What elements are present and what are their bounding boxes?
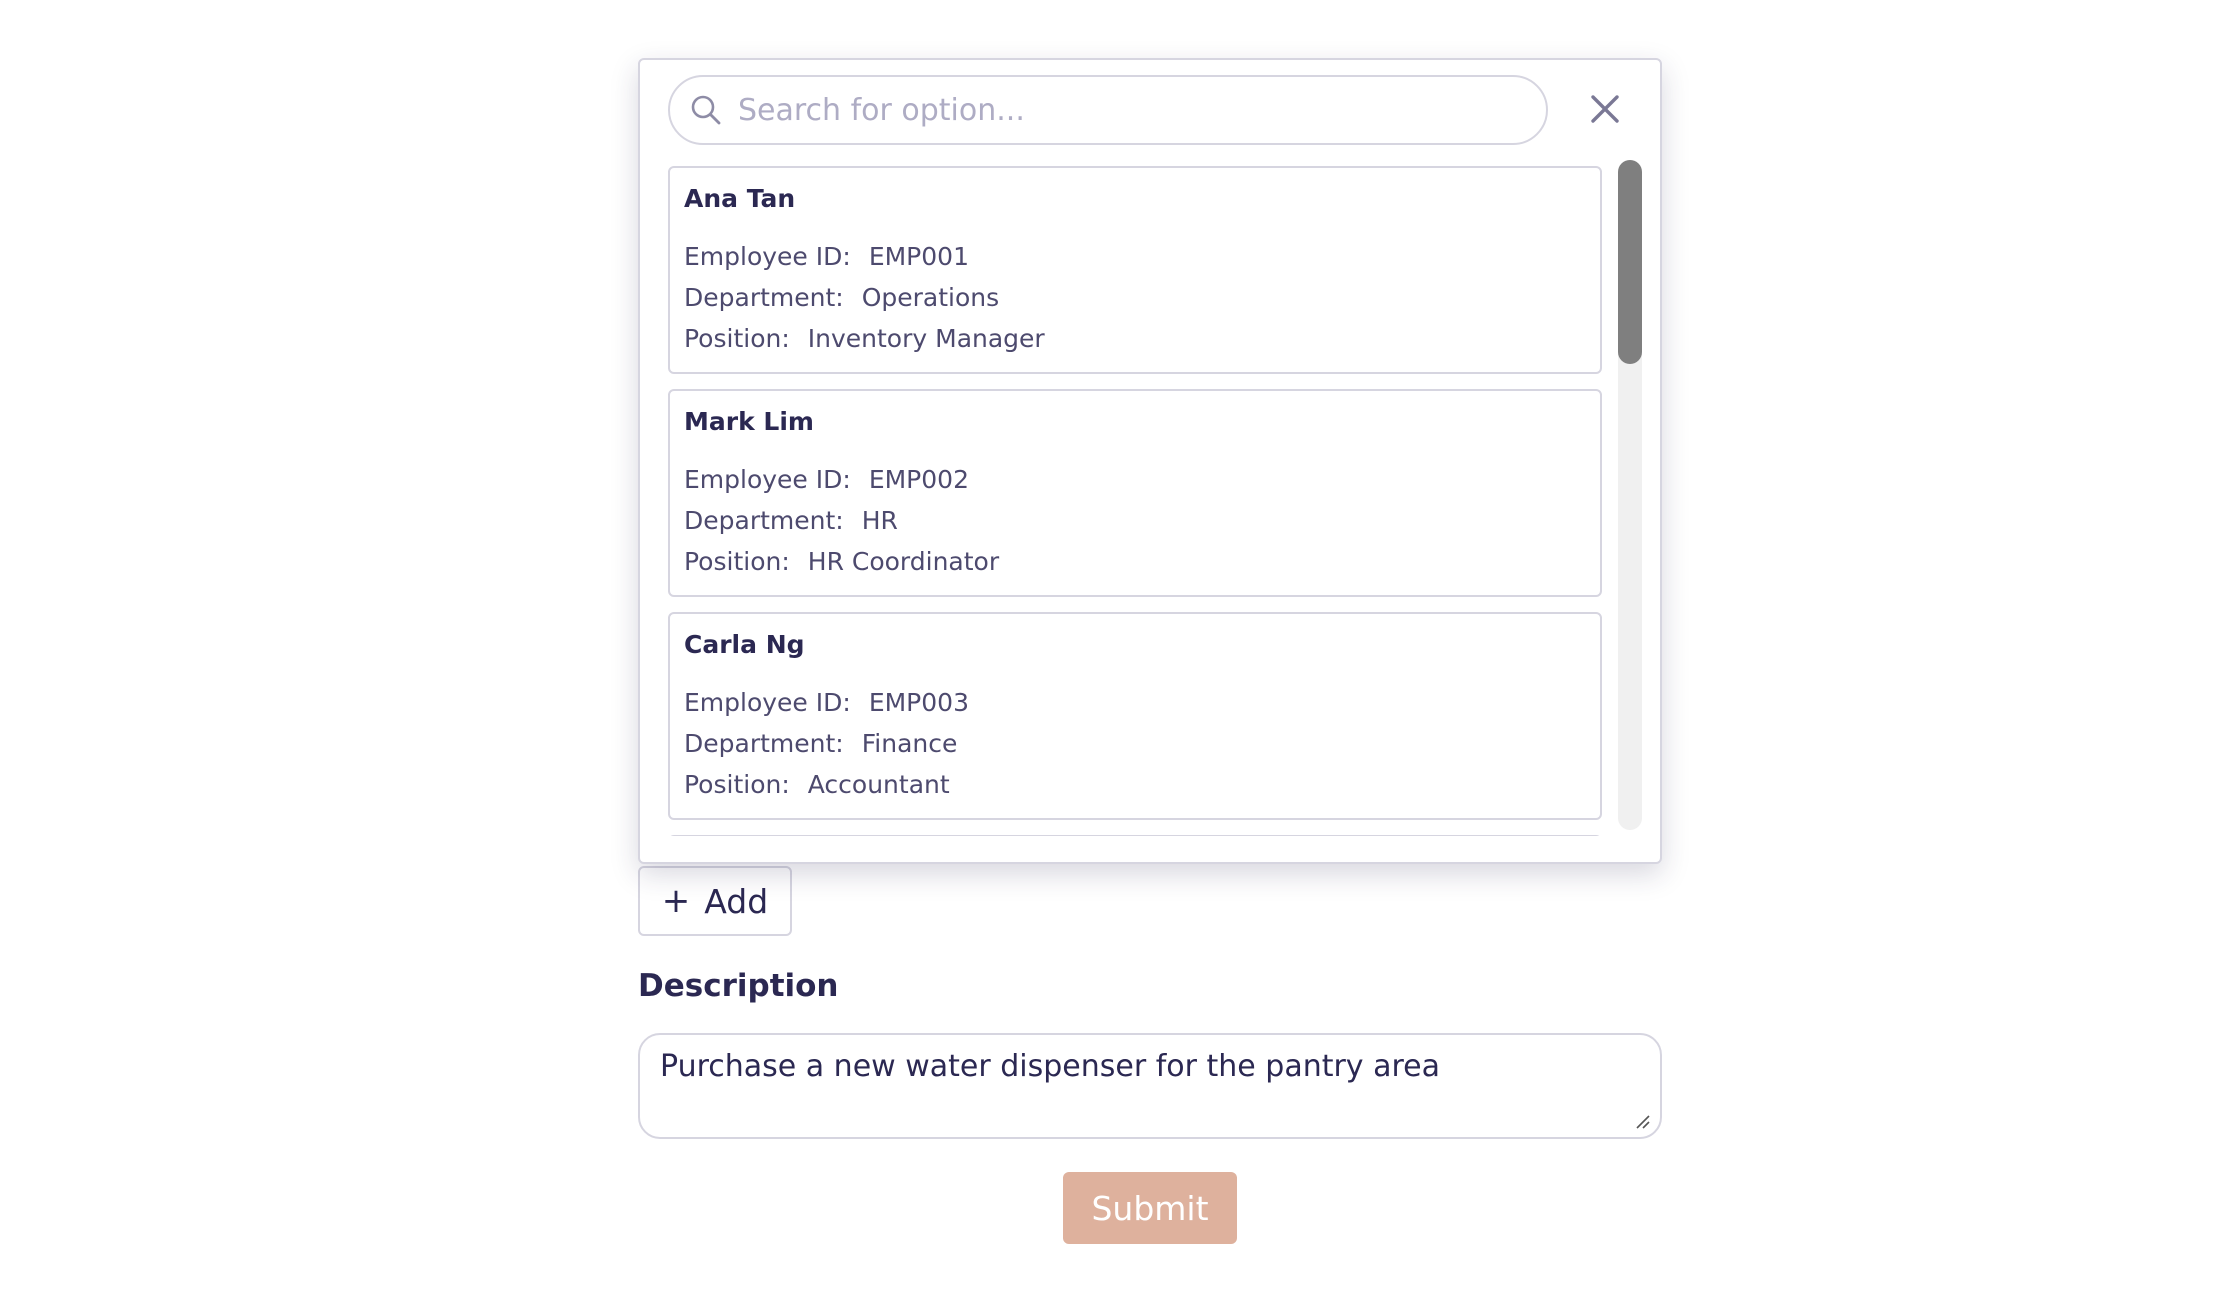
add-button[interactable]: + Add — [638, 866, 792, 936]
employee-id-label: Employee ID: — [684, 465, 851, 494]
position-label: Position: — [684, 547, 790, 576]
submit-button[interactable]: Submit — [1063, 1172, 1237, 1244]
position-row: Position: HR Coordinator — [684, 541, 1586, 582]
option-name: Ana Tan — [684, 184, 796, 213]
department-row: Department: Operations — [684, 277, 1586, 318]
option-card[interactable]: Carla Ng Employee ID: EMP003 Department: F… — [668, 612, 1602, 820]
department-label: Department: — [684, 729, 844, 758]
option-name: Carla Ng — [684, 630, 805, 659]
resize-grip-icon[interactable] — [1634, 1113, 1650, 1129]
option-card[interactable]: Mark Lim Employee ID: EMP002 Department: H… — [668, 389, 1602, 597]
department-label: Department: — [684, 283, 844, 312]
position-value: Inventory Manager — [807, 324, 1045, 353]
search-input[interactable] — [736, 91, 1520, 129]
position-value: Accountant — [807, 770, 950, 799]
department-row: Department: Finance — [684, 723, 1586, 764]
close-button[interactable] — [1580, 84, 1630, 134]
employee-id-row: Employee ID: EMP002 — [684, 459, 1586, 500]
employee-select-dropdown: Ana Tan Employee ID: EMP001 Department: Op… — [638, 58, 1662, 864]
employee-id-value: EMP001 — [868, 242, 969, 271]
option-name: Mark Lim — [684, 407, 814, 436]
add-button-label: Add — [704, 881, 769, 921]
position-label: Position: — [684, 770, 790, 799]
position-row: Position: Inventory Manager — [684, 318, 1586, 359]
option-card[interactable]: Ana Tan Employee ID: EMP001 Department: Op… — [668, 166, 1602, 374]
employee-id-row: Employee ID: EMP001 — [684, 236, 1586, 277]
options-scrollbar[interactable] — [1618, 160, 1642, 830]
page: + Add Description Purchase a new water d… — [0, 0, 2229, 1291]
close-icon — [1591, 95, 1619, 123]
employee-id-label: Employee ID: — [684, 242, 851, 271]
description-field[interactable]: Purchase a new water dispenser for the p… — [638, 1033, 1662, 1139]
employee-id-value: EMP002 — [868, 465, 969, 494]
department-value: HR — [861, 506, 898, 535]
options-list: Ana Tan Employee ID: EMP001 Department: Op… — [668, 166, 1602, 836]
position-row: Position: Accountant — [684, 764, 1586, 805]
department-value: Operations — [861, 283, 1000, 312]
description-text: Purchase a new water dispenser for the p… — [660, 1049, 1440, 1084]
department-label: Department: — [684, 506, 844, 535]
search-box — [668, 75, 1548, 145]
option-card-partial[interactable] — [668, 835, 1602, 836]
employee-id-row: Employee ID: EMP003 — [684, 682, 1586, 723]
position-label: Position: — [684, 324, 790, 353]
department-value: Finance — [861, 729, 958, 758]
employee-id-label: Employee ID: — [684, 688, 851, 717]
plus-icon: + — [661, 881, 691, 921]
department-row: Department: HR — [684, 500, 1586, 541]
scrollbar-thumb[interactable] — [1618, 160, 1642, 364]
description-label: Description — [638, 968, 839, 1004]
position-value: HR Coordinator — [807, 547, 1000, 576]
employee-id-value: EMP003 — [868, 688, 969, 717]
search-icon — [691, 95, 721, 125]
